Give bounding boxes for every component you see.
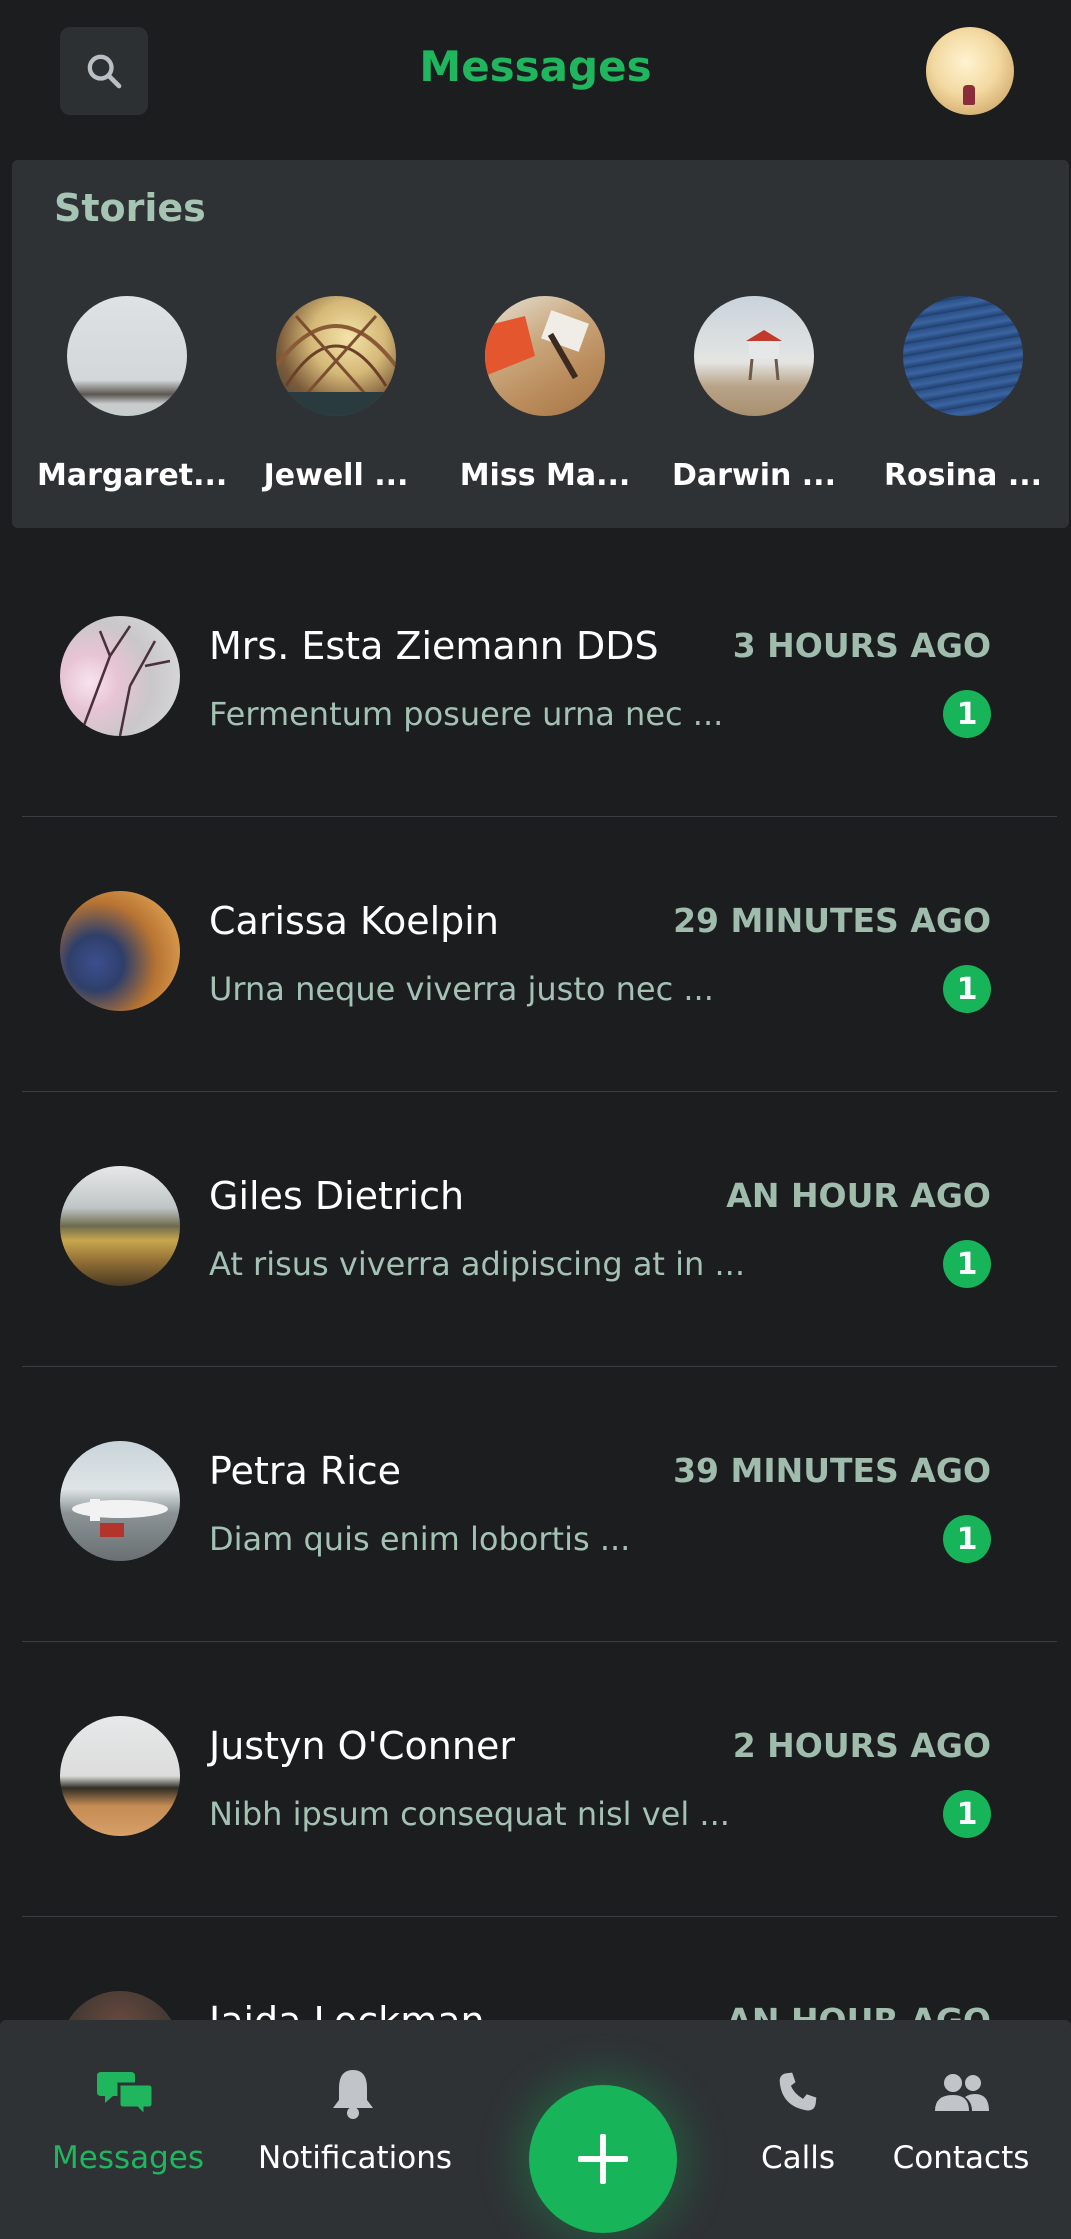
stories-panel: Stories Margaret... Jewell ... Miss Ma..… xyxy=(12,160,1069,528)
story-name: Miss Ma... xyxy=(459,458,631,493)
story-name: Darwin ... xyxy=(672,458,836,493)
story-avatar xyxy=(903,296,1023,416)
contact-name: Mrs. Esta Ziemann DDS xyxy=(209,624,659,668)
contact-name: Petra Rice xyxy=(209,1449,402,1493)
nav-messages-label: Messages xyxy=(52,2140,205,2176)
story-avatar xyxy=(276,296,396,416)
message-time: AN HOUR AGO xyxy=(726,1176,991,1215)
avatar-figure xyxy=(963,85,975,105)
message-preview: At risus viverra adipiscing at in ... xyxy=(209,1245,745,1283)
story-item[interactable]: Jewell ... xyxy=(246,296,426,493)
contact-avatar xyxy=(60,616,180,736)
contact-name: Giles Dietrich xyxy=(209,1174,465,1218)
unread-badge: 1 xyxy=(943,1790,991,1838)
story-name: Jewell ... xyxy=(263,458,409,493)
contacts-icon xyxy=(935,2074,989,2111)
contact-avatar xyxy=(60,1716,180,1836)
chat-bubbles-icon xyxy=(97,2072,155,2118)
unread-badge: 1 xyxy=(943,690,991,738)
nav-calls[interactable]: Calls xyxy=(746,2062,850,2176)
conversation-row[interactable]: Petra Rice Diam quis enim lobortis ... 3… xyxy=(0,1367,1071,1642)
unread-badge: 1 xyxy=(943,1515,991,1563)
story-item[interactable]: Rosina ... xyxy=(873,296,1053,493)
story-avatar xyxy=(694,296,814,416)
contact-avatar xyxy=(60,1441,180,1561)
nav-notifications-label: Notifications xyxy=(258,2140,453,2176)
message-preview: Diam quis enim lobortis ... xyxy=(209,1520,631,1558)
message-time: 39 MINUTES AGO xyxy=(673,1451,991,1490)
story-item[interactable]: Darwin ... xyxy=(664,296,844,493)
unread-badge: 1 xyxy=(943,965,991,1013)
conversation-row[interactable]: Mrs. Esta Ziemann DDS Fermentum posuere … xyxy=(0,542,1071,817)
conversation-row[interactable]: Carissa Koelpin Urna neque viverra justo… xyxy=(0,817,1071,1092)
contact-name: Carissa Koelpin xyxy=(209,899,499,943)
message-time: 2 HOURS AGO xyxy=(732,1726,991,1765)
conversation-row[interactable]: Justyn O'Conner Nibh ipsum consequat nis… xyxy=(0,1642,1071,1917)
contact-avatar xyxy=(60,1166,180,1286)
message-time: 3 HOURS AGO xyxy=(732,626,991,665)
nav-contacts[interactable]: Contacts xyxy=(890,2062,1032,2176)
nav-contacts-label: Contacts xyxy=(892,2140,1030,2176)
nav-calls-label: Calls xyxy=(760,2140,836,2176)
bottom-navigation: Messages Notifications Calls Contacts xyxy=(0,2020,1071,2239)
story-avatar xyxy=(485,296,605,416)
story-avatar xyxy=(67,296,187,416)
message-time: 29 MINUTES AGO xyxy=(673,901,991,940)
unread-badge: 1 xyxy=(943,1240,991,1288)
nav-messages[interactable]: Messages xyxy=(52,2062,205,2176)
contact-avatar xyxy=(60,891,180,1011)
new-message-button[interactable] xyxy=(529,2085,677,2233)
page-title: Messages xyxy=(419,42,652,91)
stories-title: Stories xyxy=(54,186,206,230)
message-preview: Nibh ipsum consequat nisl vel ... xyxy=(209,1795,730,1833)
story-item[interactable]: Miss Ma... xyxy=(455,296,635,493)
message-preview: Urna neque viverra justo nec ... xyxy=(209,970,714,1008)
plus-icon xyxy=(578,2134,628,2184)
app-header: Messages xyxy=(0,0,1071,150)
nav-notifications[interactable]: Notifications xyxy=(258,2062,453,2176)
story-name: Rosina ... xyxy=(883,458,1043,493)
user-avatar[interactable] xyxy=(926,27,1014,115)
bell-icon xyxy=(333,2070,373,2119)
phone-icon xyxy=(779,2072,817,2111)
contact-name: Justyn O'Conner xyxy=(209,1724,515,1768)
message-preview: Fermentum posuere urna nec ... xyxy=(209,695,724,733)
story-name: Margaret... xyxy=(37,458,228,493)
story-item[interactable]: Margaret... xyxy=(37,296,228,493)
conversation-row[interactable]: Giles Dietrich At risus viverra adipisci… xyxy=(0,1092,1071,1367)
